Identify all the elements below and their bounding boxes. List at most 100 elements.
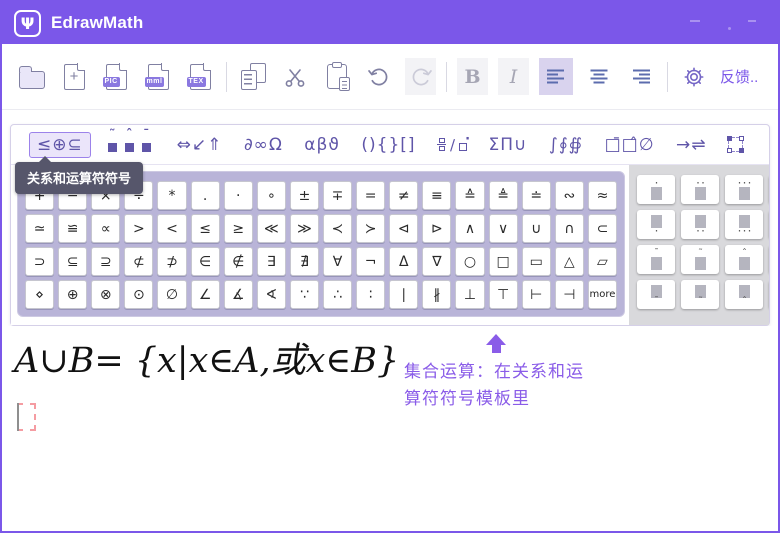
symbol-key[interactable]: ∠ [191, 280, 220, 309]
undo-button[interactable] [363, 58, 395, 96]
symbol-key[interactable]: ▱ [588, 247, 617, 276]
equation-editor[interactable]: A∪B= {x|x∈A,或x∈B} 集合运算：在关系和运 算符符号模板里 [2, 326, 778, 531]
symbol-key[interactable]: ¬ [356, 247, 385, 276]
accent-template-below[interactable]: ··· [725, 210, 763, 239]
symbol-key[interactable]: ∡ [224, 280, 253, 309]
symbol-key[interactable]: ∓ [323, 181, 352, 210]
redo-button[interactable] [405, 58, 436, 95]
symbol-key[interactable]: ∄ [290, 247, 319, 276]
symbol-key[interactable]: Δ [389, 247, 418, 276]
symbol-key[interactable]: ⊤ [489, 280, 518, 309]
category-accents[interactable] [96, 134, 163, 155]
symbol-key[interactable]: ∪ [522, 214, 551, 243]
category-box-accents[interactable]: □̄□̂∅ [597, 132, 663, 158]
symbol-key[interactable]: □ [489, 247, 518, 276]
accent-template-below[interactable]: ˆ [725, 280, 763, 309]
export-image-button[interactable]: PIC [100, 58, 132, 96]
accent-template-above[interactable]: ˆ [725, 245, 763, 274]
category-big-operators[interactable]: ΣΠ∪ [481, 132, 536, 158]
align-center-button[interactable] [583, 58, 615, 96]
symbol-key[interactable]: ≺ [323, 214, 352, 243]
symbol-key[interactable]: ⊳ [422, 214, 451, 243]
symbol-key[interactable]: = [356, 181, 385, 210]
symbol-key[interactable]: ⊂ [588, 214, 617, 243]
symbol-key[interactable]: ∧ [455, 214, 484, 243]
symbol-key[interactable]: ⊆ [58, 247, 87, 276]
symbol-key[interactable]: ≥ [224, 214, 253, 243]
export-latex-button[interactable]: TEX [184, 58, 216, 96]
symbol-key[interactable]: ∇ [422, 247, 451, 276]
close-button[interactable] [728, 27, 731, 30]
maximize-button[interactable] [748, 20, 756, 22]
symbol-key[interactable]: △ [555, 247, 584, 276]
symbol-key[interactable]: ∩ [555, 214, 584, 243]
symbol-key[interactable]: ⊅ [157, 247, 186, 276]
cut-button[interactable] [279, 58, 311, 96]
symbol-key[interactable]: ∵ [290, 280, 319, 309]
symbol-key[interactable]: ⊥ [455, 280, 484, 309]
category-integrals[interactable]: ∫∮∯ [541, 132, 591, 158]
symbol-key[interactable]: ∨ [489, 214, 518, 243]
symbol-key[interactable]: . [191, 181, 220, 210]
symbol-key[interactable]: ∈ [191, 247, 220, 276]
symbol-key[interactable]: ⊇ [91, 247, 120, 276]
symbol-key[interactable]: ≈ [588, 181, 617, 210]
accent-template-above[interactable]: ·· [681, 175, 719, 204]
symbol-key[interactable]: < [157, 214, 186, 243]
category-arrows[interactable]: ⇔↙⇑ [169, 132, 231, 158]
accent-template-below[interactable]: · [637, 210, 675, 239]
open-file-button[interactable] [16, 58, 48, 96]
symbol-key[interactable]: ≻ [356, 214, 385, 243]
accent-template-above[interactable]: · [637, 175, 675, 204]
more-symbols-button[interactable]: more [588, 280, 617, 309]
minimize-button[interactable] [690, 20, 700, 22]
align-left-button[interactable] [539, 58, 573, 95]
equation-placeholder[interactable] [17, 403, 36, 431]
symbol-key[interactable]: ∝ [91, 214, 120, 243]
symbol-key[interactable]: ≪ [257, 214, 286, 243]
symbol-key[interactable]: ∴ [323, 280, 352, 309]
symbol-key[interactable]: ≠ [389, 181, 418, 210]
symbol-key[interactable]: ≜ [489, 181, 518, 210]
symbol-key[interactable]: ⊙ [124, 280, 153, 309]
category-brackets[interactable]: (){}[] [353, 132, 423, 158]
category-matrix[interactable] [720, 134, 751, 155]
symbol-key[interactable]: ≫ [290, 214, 319, 243]
symbol-key[interactable]: * [157, 181, 186, 210]
symbol-key[interactable]: ∢ [257, 280, 286, 309]
symbol-key[interactable]: ∘ [257, 181, 286, 210]
feedback-button[interactable]: 反馈.. [720, 58, 758, 96]
italic-button[interactable]: I [498, 58, 529, 95]
symbol-key[interactable]: ± [290, 181, 319, 210]
accent-template-above[interactable]: ··· [725, 175, 763, 204]
bold-button[interactable]: B [457, 58, 488, 95]
symbol-key[interactable]: ⊃ [25, 247, 54, 276]
symbol-key[interactable]: ⋄ [25, 280, 54, 309]
symbol-key[interactable]: ∾ [555, 181, 584, 210]
symbol-key[interactable]: ⊕ [58, 280, 87, 309]
symbol-key[interactable]: ○ [455, 247, 484, 276]
symbol-key[interactable]: > [124, 214, 153, 243]
paste-button[interactable] [321, 58, 353, 96]
symbol-key[interactable]: ▭ [522, 247, 551, 276]
category-greek-letters[interactable]: αβϑ [296, 132, 348, 158]
settings-button[interactable] [678, 58, 710, 96]
accent-template-above[interactable]: ˜ [681, 245, 719, 274]
symbol-key[interactable]: ≃ [25, 214, 54, 243]
symbol-key[interactable]: ⊄ [124, 247, 153, 276]
category-fractions-scripts[interactable]: ∕ [429, 133, 475, 157]
symbol-key[interactable]: ≡ [422, 181, 451, 210]
symbol-key[interactable]: · [224, 181, 253, 210]
symbol-key[interactable]: ∅ [157, 280, 186, 309]
symbol-key[interactable]: ∦ [422, 280, 451, 309]
align-right-button[interactable] [625, 58, 657, 96]
symbol-key[interactable]: ∣ [389, 280, 418, 309]
accent-template-below[interactable]: ·· [681, 210, 719, 239]
symbol-key[interactable]: ≙ [455, 181, 484, 210]
category-chemistry-arrows[interactable]: →⇌ [668, 132, 715, 158]
symbol-key[interactable]: ⊲ [389, 214, 418, 243]
symbol-key[interactable]: ⊢ [522, 280, 551, 309]
symbol-key[interactable]: ≌ [58, 214, 87, 243]
equation-formula[interactable]: A∪B= {x|x∈A,或x∈B} [14, 332, 399, 383]
new-file-button[interactable]: + [58, 58, 90, 96]
